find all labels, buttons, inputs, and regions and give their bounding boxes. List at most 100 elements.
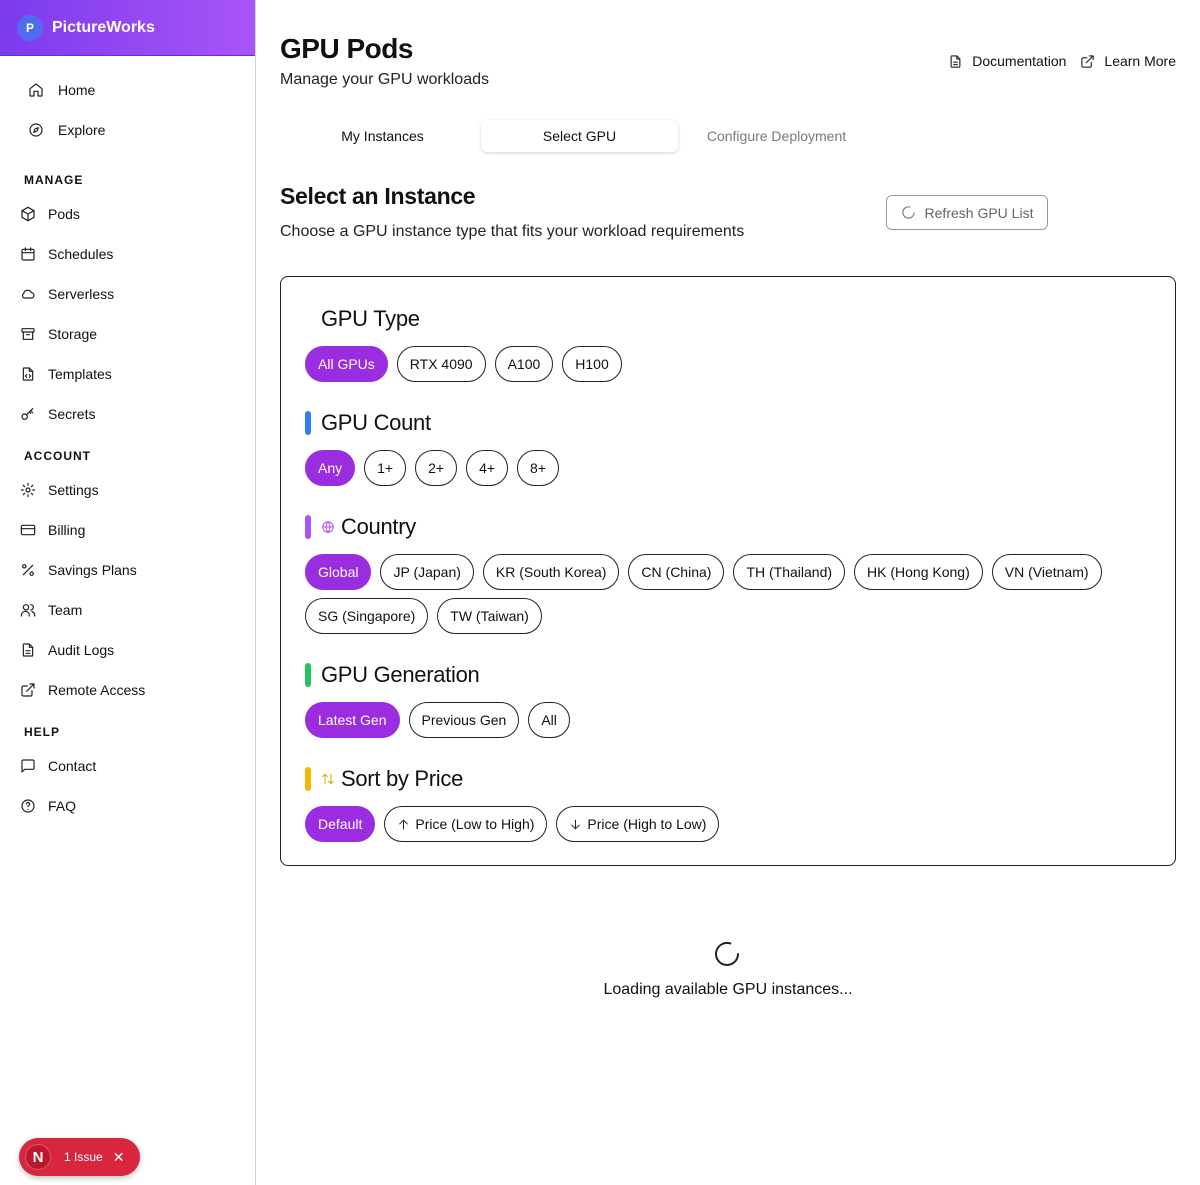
filter-header-gpu-generation: GPU Generation: [305, 660, 480, 690]
close-icon[interactable]: ✕: [113, 1149, 125, 1166]
globe-icon: [321, 520, 335, 534]
chip-country[interactable]: Global: [305, 554, 372, 590]
sidebar-item-label: Pods: [48, 206, 80, 222]
issue-logo: N: [25, 1144, 51, 1170]
sidebar-item-savings-plans[interactable]: Savings Plans: [20, 555, 137, 585]
sidebar-item-label: Remote Access: [48, 682, 146, 698]
external-link-icon: [1081, 54, 1095, 68]
chip-country[interactable]: SG (Singapore): [305, 598, 429, 634]
chip-country[interactable]: CN (China): [628, 554, 725, 590]
chip-gpu-type[interactable]: A100: [494, 346, 554, 382]
chip-country[interactable]: HK (Hong Kong): [854, 554, 983, 590]
external-link-icon: [20, 682, 36, 698]
document-icon: [20, 642, 36, 658]
brand-name: PictureWorks: [52, 18, 155, 36]
brand-header[interactable]: P PictureWorks: [0, 0, 255, 56]
chip-gpu-generation[interactable]: All: [528, 702, 570, 738]
gpu-generation-options: Latest Gen Previous Gen All: [305, 702, 1155, 746]
issue-badge[interactable]: N 1 Issue ✕: [19, 1138, 140, 1176]
percent-icon: [20, 562, 36, 578]
section-accent-bar: [305, 515, 311, 539]
compass-icon: [28, 122, 44, 138]
gear-icon: [20, 482, 36, 498]
section-label-manage: MANAGE: [24, 173, 84, 187]
sidebar-item-contact[interactable]: Contact: [20, 751, 96, 781]
chip-country[interactable]: KR (South Korea): [482, 554, 620, 590]
box-icon: [20, 206, 36, 222]
chip-country[interactable]: TW (Taiwan): [437, 598, 542, 634]
home-icon: [28, 82, 44, 98]
section-accent-bar: [305, 767, 311, 791]
filter-header-gpu-type: GPU Type: [305, 304, 420, 334]
sort-options: Default Price (Low to High) Price (High …: [305, 806, 1155, 850]
sidebar-item-label: Schedules: [48, 246, 114, 262]
documentation-link[interactable]: Documentation: [948, 53, 1066, 69]
chip-gpu-count[interactable]: 1+: [364, 450, 407, 486]
sidebar-item-storage[interactable]: Storage: [20, 319, 97, 349]
tab-configure-deployment[interactable]: Configure Deployment: [678, 120, 875, 152]
loading-spinner-icon: [713, 940, 741, 968]
section-title: Select an Instance: [280, 183, 476, 209]
chip-gpu-count[interactable]: Any: [305, 450, 356, 486]
section-accent-bar: [305, 411, 311, 435]
brand-avatar: P: [17, 14, 43, 41]
section-accent-bar: [305, 663, 311, 687]
arrow-up-icon: [399, 819, 409, 829]
document-icon: [950, 54, 961, 68]
chip-gpu-count[interactable]: 2+: [415, 450, 458, 486]
sort-arrows-icon: [321, 772, 335, 786]
sidebar-item-label: Billing: [48, 522, 86, 538]
sidebar-item-templates[interactable]: Templates: [20, 359, 112, 389]
learn-more-link[interactable]: Learn More: [1080, 53, 1176, 69]
chip-country[interactable]: VN (Vietnam): [991, 554, 1102, 590]
sidebar-item-team[interactable]: Team: [20, 595, 82, 625]
chip-gpu-count[interactable]: 8+: [517, 450, 559, 486]
sidebar-item-label: Explore: [58, 122, 106, 138]
chip-gpu-count[interactable]: 4+: [466, 450, 509, 486]
sidebar-item-schedules[interactable]: Schedules: [20, 239, 113, 269]
chip-gpu-type[interactable]: H100: [562, 346, 622, 382]
message-icon: [20, 758, 36, 774]
sidebar-item-remote-access[interactable]: Remote Access: [20, 675, 145, 705]
section-accent-bar: [305, 307, 311, 331]
chip-gpu-generation[interactable]: Latest Gen: [305, 702, 400, 738]
filter-label: Sort by Price: [341, 766, 464, 791]
filter-label: GPU Count: [321, 410, 431, 435]
sidebar-item-label: Templates: [48, 366, 112, 382]
chip-sort-low-high[interactable]: Price (Low to High): [384, 806, 548, 842]
tab-my-instances[interactable]: My Instances: [284, 120, 481, 152]
chip-sort-default[interactable]: Default: [305, 806, 376, 842]
key-icon: [20, 406, 36, 422]
sidebar-item-secrets[interactable]: Secrets: [20, 399, 95, 429]
sidebar-item-serverless[interactable]: Serverless: [20, 279, 114, 309]
chip-gpu-type[interactable]: RTX 4090: [396, 346, 486, 382]
users-icon: [20, 602, 36, 618]
sidebar-item-label: Storage: [48, 326, 98, 342]
sidebar-item-audit-logs[interactable]: Audit Logs: [20, 635, 114, 665]
sidebar-item-explore[interactable]: Explore: [20, 115, 105, 145]
loading-icon: [901, 206, 915, 219]
chip-gpu-type[interactable]: All GPUs: [305, 346, 388, 382]
sidebar-item-settings[interactable]: Settings: [20, 475, 99, 505]
gpu-count-options: Any 1+ 2+ 4+ 8+: [305, 450, 1155, 494]
chip-country[interactable]: TH (Thailand): [733, 554, 846, 590]
filter-header-gpu-count: GPU Count: [305, 408, 431, 438]
loading-text: Loading available GPU instances...: [603, 981, 853, 998]
arrow-down-icon: [571, 819, 581, 829]
chip-sort-high-low[interactable]: Price (High to Low): [556, 806, 720, 842]
filter-header-sort: Sort by Price: [305, 764, 463, 794]
sidebar-item-billing[interactable]: Billing: [20, 515, 85, 545]
sidebar-item-home[interactable]: Home: [20, 75, 95, 105]
refresh-gpu-list-button[interactable]: Refresh GPU List: [886, 195, 1048, 230]
chip-label: Price (Low to High): [415, 816, 535, 832]
sidebar-item-pods[interactable]: Pods: [20, 199, 80, 229]
sidebar-item-faq[interactable]: FAQ: [20, 791, 76, 821]
tab-select-gpu[interactable]: Select GPU: [481, 120, 678, 152]
sidebar-item-label: FAQ: [48, 798, 77, 814]
sidebar-item-label: Secrets: [48, 406, 96, 422]
calendar-icon: [20, 246, 36, 262]
chip-country[interactable]: JP (Japan): [380, 554, 474, 590]
chip-gpu-generation[interactable]: Previous Gen: [408, 702, 520, 738]
page-subtitle: Manage your GPU workloads: [280, 71, 489, 88]
learn-more-label: Learn More: [1104, 53, 1176, 69]
